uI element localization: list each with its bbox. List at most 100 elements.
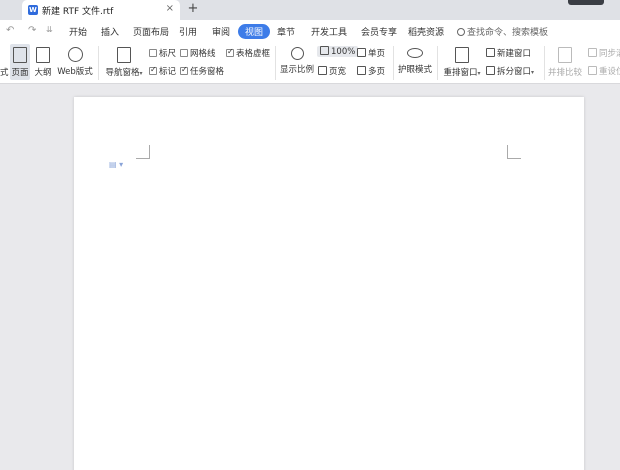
table-gridlines-checkbox[interactable]: 表格虚框 <box>226 47 270 59</box>
eye-icon <box>407 48 423 58</box>
one-page-button[interactable]: 单页 <box>357 47 385 59</box>
undo-icon[interactable]: ↶ <box>6 25 14 36</box>
eye-mode-button[interactable]: 护眼模式 <box>398 44 432 80</box>
rearrange-window-button[interactable]: 重排窗口▾ <box>443 44 481 80</box>
ribbon-separator <box>98 46 99 80</box>
new-window-button[interactable]: 新建窗口 <box>486 47 531 59</box>
close-tab-icon[interactable]: × <box>166 3 174 14</box>
margin-corner-top-right <box>507 145 521 159</box>
sync-scroll-button[interactable]: 同步滚 <box>588 47 620 59</box>
table-gridlines-check-icon <box>226 47 234 57</box>
ruler-label: 标尺 <box>159 49 177 59</box>
display-ratio-label: 显示比例 <box>280 65 315 75</box>
split-window-dropdown-icon[interactable]: ▾ <box>531 69 534 76</box>
reset-position-icon <box>588 66 597 75</box>
document-tab[interactable]: W 新建 RTF 文件.rtf × <box>22 0 180 20</box>
document-page[interactable]: ▤ ▾ <box>74 97 584 470</box>
menu-item-developer[interactable]: 开发工具 <box>311 25 347 38</box>
menu-item-view[interactable]: 视图 <box>238 24 271 39</box>
reset-position-button[interactable]: 重设位 <box>588 65 620 77</box>
rearrange-window-label: 重排窗口 <box>443 68 478 78</box>
menu-item-start[interactable]: 开始 <box>69 25 87 38</box>
ribbon-separator <box>275 46 276 80</box>
menu-item-chapter[interactable]: 章节 <box>277 25 295 38</box>
split-window-label: 拆分窗口 <box>497 67 532 77</box>
eye-mode-label: 护眼模式 <box>398 65 433 75</box>
new-tab-button[interactable]: + <box>186 2 200 16</box>
rearrange-dropdown-icon[interactable]: ▾ <box>478 70 481 77</box>
ribbon-separator <box>544 46 545 80</box>
marks-checkbox[interactable]: 标记 <box>149 65 176 77</box>
zoom-100-label: 100% <box>331 47 356 57</box>
menu-item-review[interactable]: 审阅 <box>212 25 230 38</box>
new-window-label: 新建窗口 <box>497 49 532 59</box>
task-pane-check-icon <box>180 65 188 75</box>
margin-corner-top-left <box>136 145 150 159</box>
ribbon-separator <box>437 46 438 80</box>
marks-check-icon <box>149 65 157 75</box>
paragraph-handle-icon[interactable]: ▤ ▾ <box>109 160 123 169</box>
web-view-label: Web版式 <box>57 67 93 77</box>
new-window-icon <box>486 48 495 57</box>
gridlines-checkbox[interactable]: 网格线 <box>180 47 216 59</box>
clipped-view-mode-label[interactable]: 式 <box>0 66 9 78</box>
menu-item-references[interactable]: 引用 <box>179 25 197 38</box>
zoom-100-button[interactable]: 100% <box>317 46 359 57</box>
search-icon <box>457 28 465 36</box>
nav-pane-dropdown-icon[interactable]: ▾ <box>140 70 143 77</box>
menu-item-member[interactable]: 会员专享 <box>361 25 397 38</box>
search-placeholder: 查找命令、搜索模板 <box>467 28 549 38</box>
split-window-icon <box>486 66 495 75</box>
task-pane-checkbox[interactable]: 任务窗格 <box>180 65 224 77</box>
menu-item-page-layout[interactable]: 页面布局 <box>133 25 169 38</box>
page-width-icon <box>318 66 327 75</box>
multi-page-button[interactable]: 多页 <box>357 65 385 77</box>
marks-label: 标记 <box>159 67 177 77</box>
redo-icon[interactable]: ↷ <box>28 25 36 36</box>
page-width-button[interactable]: 页宽 <box>318 65 346 77</box>
reset-position-label: 重设位 <box>599 67 620 77</box>
task-pane-label: 任务窗格 <box>190 67 225 77</box>
web-globe-icon <box>67 47 83 62</box>
document-tab-title: 新建 RTF 文件.rtf <box>42 6 114 17</box>
one-page-label: 单页 <box>368 49 386 59</box>
gridlines-check-icon <box>180 49 188 57</box>
nav-pane-icon <box>117 47 131 63</box>
gridlines-label: 网格线 <box>190 49 216 59</box>
page-width-label: 页宽 <box>329 67 347 77</box>
side-by-side-label: 并排比较 <box>548 68 583 78</box>
outline-view-icon <box>36 47 50 63</box>
window-control-handle[interactable] <box>568 0 604 5</box>
page-view-label: 页面 <box>11 68 29 78</box>
document-workspace[interactable]: ▤ ▾ <box>0 85 620 470</box>
side-by-side-icon <box>558 47 572 63</box>
multi-page-label: 多页 <box>368 67 386 77</box>
outline-view-label: 大纲 <box>34 68 52 78</box>
page-view-icon <box>13 47 27 63</box>
split-window-button[interactable]: 拆分窗口▾ <box>486 65 534 77</box>
sync-scroll-icon <box>588 48 597 57</box>
nav-pane-label: 导航窗格 <box>105 68 140 78</box>
menu-item-insert[interactable]: 插入 <box>101 25 119 38</box>
ribbon-separator <box>393 46 394 80</box>
command-search[interactable]: 查找命令、搜索模板 <box>457 25 548 38</box>
nav-pane-button[interactable]: 导航窗格▾ <box>104 44 144 80</box>
magnifier-icon <box>290 47 304 60</box>
quick-access-more-icon[interactable]: ⇊ <box>46 25 53 34</box>
display-ratio-button[interactable]: 显示比例 <box>280 44 314 80</box>
actual-size-icon <box>320 46 329 55</box>
table-gridlines-label: 表格虚框 <box>236 49 271 59</box>
side-by-side-button[interactable]: 并排比较 <box>548 44 582 80</box>
ruler-checkbox[interactable]: 标尺 <box>149 47 176 59</box>
menu-item-docer[interactable]: 稻壳资源 <box>408 25 444 38</box>
sync-scroll-label: 同步滚 <box>599 49 620 59</box>
multi-page-icon <box>357 66 366 75</box>
title-tab-strip: W 新建 RTF 文件.rtf × + <box>0 0 620 20</box>
one-page-icon <box>357 48 366 57</box>
menu-bar: ↶ ↷ ⇊ 开始 插入 页面布局 引用 审阅 视图 章节 开发工具 会员专享 稻… <box>0 20 620 42</box>
wps-writer-icon: W <box>28 5 38 15</box>
outline-view-button[interactable]: 大纲 <box>33 44 53 80</box>
page-view-button[interactable]: 页面 <box>10 44 30 80</box>
web-view-button[interactable]: Web版式 <box>57 44 93 80</box>
ruler-check-icon <box>149 49 157 57</box>
